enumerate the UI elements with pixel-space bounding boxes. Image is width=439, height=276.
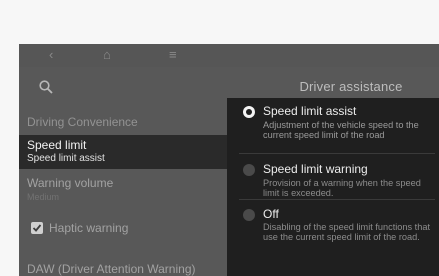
menu-icon[interactable]: ≡ [169, 47, 177, 63]
menu-item-warning-volume[interactable]: Warning volume Medium [27, 176, 113, 204]
option-description: Disabling of the speed limit functions t… [263, 222, 430, 242]
menu-item-speed-limit[interactable]: Speed limit Speed limit assist [19, 135, 229, 169]
menu-item-daw[interactable]: DAW (Driver Attention Warning) [27, 262, 196, 276]
radio-selected-icon[interactable] [243, 106, 255, 118]
haptic-warning-label[interactable]: Haptic warning [49, 221, 128, 235]
menu-item-label: Warning volume [27, 176, 114, 190]
page-title: Driver assistance [299, 79, 403, 94]
radio-unselected-icon[interactable] [243, 209, 255, 221]
option-title: Speed limit assist [263, 104, 357, 118]
back-icon[interactable]: ‹ [49, 47, 53, 63]
option-title: Speed limit warning [263, 162, 368, 176]
top-nav-bar: ‹ ⌂ ≡ [19, 44, 439, 67]
option-title: Off [263, 207, 279, 221]
infotainment-screen: ‹ ⌂ ≡ Driver assistance Driving Convenie… [19, 44, 439, 276]
menu-item-label: Speed limit [27, 138, 87, 152]
option-description: Provision of a warning when the speed li… [263, 178, 421, 198]
haptic-warning-checkbox[interactable] [31, 222, 43, 234]
speed-limit-options-popup: Speed limit assist Adjustment of the veh… [227, 98, 439, 276]
menu-item-value: Medium [27, 192, 60, 202]
menu-item-value: Speed limit assist [27, 153, 105, 164]
search-icon[interactable] [39, 80, 53, 94]
home-icon[interactable]: ⌂ [103, 47, 111, 63]
option-divider [239, 199, 435, 200]
option-divider [239, 153, 435, 154]
checkmark-icon [32, 224, 42, 232]
option-description: Adjustment of the vehicle speed to the c… [263, 120, 419, 140]
radio-unselected-icon[interactable] [243, 164, 255, 176]
section-label: Driving Convenience [27, 115, 138, 129]
